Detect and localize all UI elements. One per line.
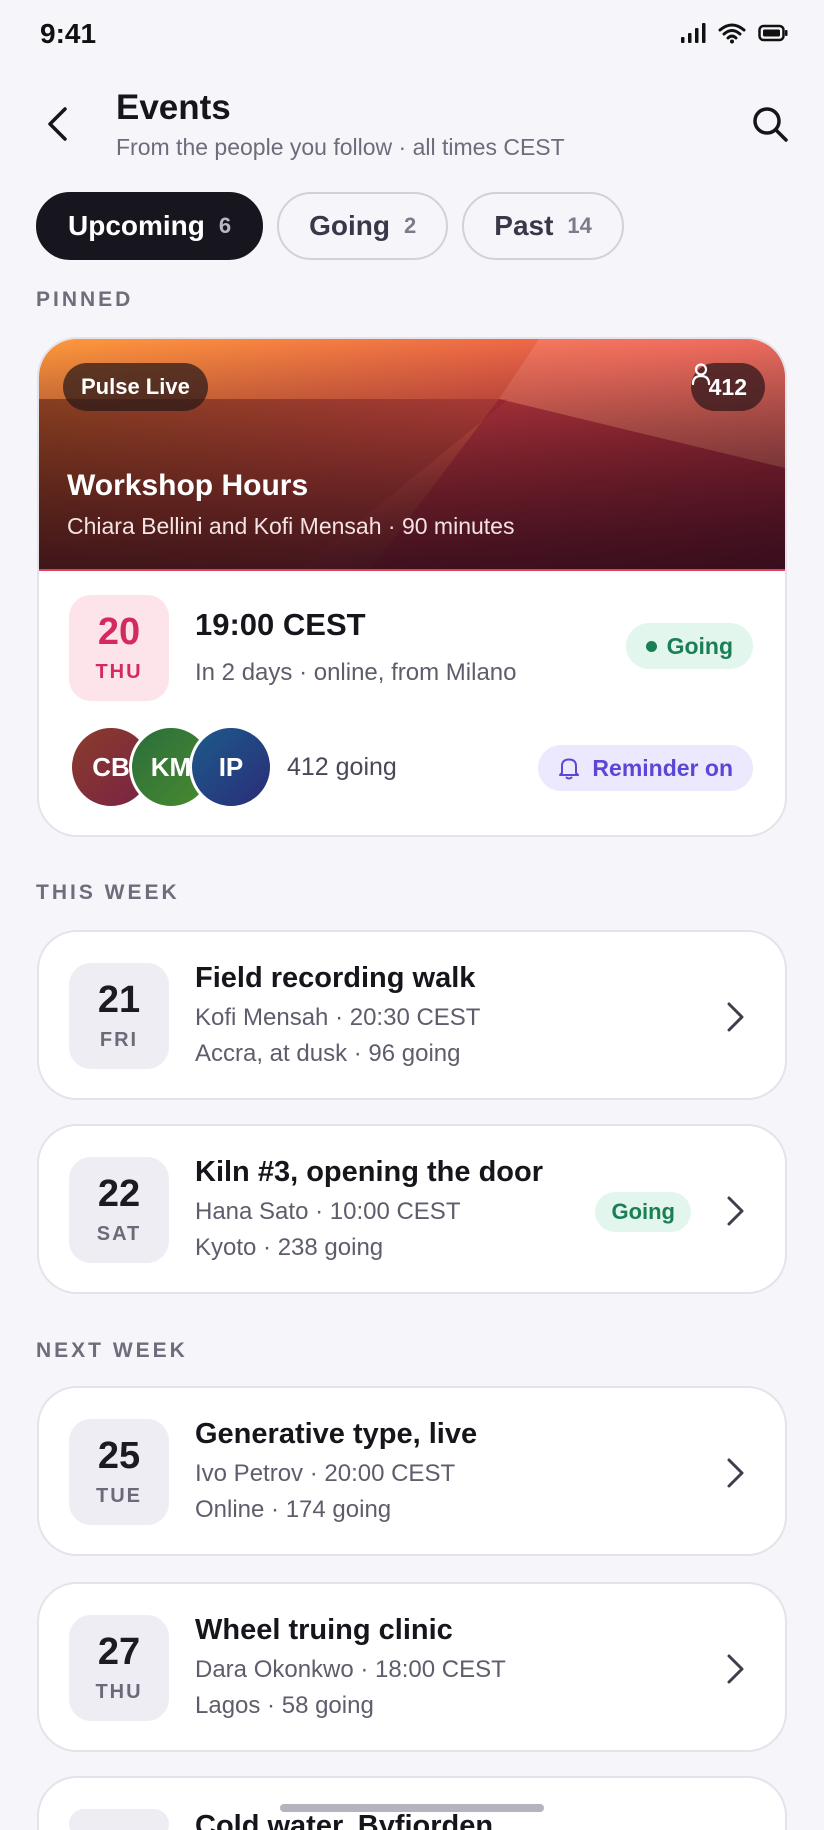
event-host-time: Hana Sato · 10:00 CEST xyxy=(195,1198,461,1225)
reminder-toggle-button[interactable]: Reminder on xyxy=(538,745,753,791)
event-card[interactable]: 27 THU Wheel truing clinic Dara Okonkwo … xyxy=(37,1582,787,1752)
event-hosts: Chiara Bellini and Kofi Mensah · 90 minu… xyxy=(67,513,515,539)
channel-badge: Pulse Live xyxy=(63,363,208,411)
home-indicator[interactable] xyxy=(280,1804,544,1812)
back-button[interactable] xyxy=(36,102,80,146)
tab-count: 14 xyxy=(567,213,592,238)
status-icons xyxy=(680,22,788,44)
viewers-count: 412 xyxy=(708,373,747,400)
app-header: Events From the people you follow · all … xyxy=(0,80,824,170)
section-label-next-week: NEXT WEEK xyxy=(36,1339,188,1362)
event-location: Lagos · 58 going xyxy=(195,1692,374,1719)
event-date-badge: 20 THU xyxy=(69,595,169,701)
event-day: 27 xyxy=(97,1630,141,1673)
chevron-right-icon xyxy=(727,1458,744,1488)
chevron-right-icon xyxy=(727,1002,744,1032)
status-time: 9:41 xyxy=(40,18,97,49)
event-title: Kiln #3, opening the door xyxy=(195,1156,543,1188)
going-label: Going xyxy=(666,632,733,659)
event-date-badge: 21 FRI xyxy=(69,963,169,1069)
tab-upcoming[interactable]: Upcoming 6 xyxy=(36,192,264,260)
tab-label: Going xyxy=(309,210,391,241)
event-location: Kyoto · 238 going xyxy=(195,1234,384,1261)
section-label-this-week: THIS WEEK xyxy=(36,881,180,904)
reminder-label: Reminder on xyxy=(592,754,733,781)
tab-label: Past xyxy=(494,210,554,241)
event-meta: In 2 days · online, from Milano xyxy=(195,659,517,686)
search-button[interactable] xyxy=(746,100,794,148)
event-title: Cold water, Byfjorden xyxy=(195,1810,494,1830)
going-status-badge[interactable]: Going xyxy=(625,623,753,669)
event-card[interactable]: 21 FRI Field recording walk Kofi Mensah … xyxy=(37,930,787,1100)
status-bar: 9:41 xyxy=(0,0,824,70)
event-hero-banner: Pulse Live 412 Workshop Hours Chiara Bel… xyxy=(39,339,785,571)
event-day: 25 xyxy=(97,1434,141,1477)
filter-tabs: Upcoming 6 Going 2 Past 14 xyxy=(36,192,624,260)
tab-label: Upcoming xyxy=(68,210,205,241)
person-icon xyxy=(691,363,710,385)
event-day: 21 xyxy=(97,978,141,1021)
event-weekday: FRI xyxy=(99,1028,139,1051)
chevron-right-icon xyxy=(727,1654,744,1684)
signal-icon xyxy=(681,23,706,43)
tab-count: 2 xyxy=(404,213,417,238)
event-card[interactable]: 25 TUE Generative type, live Ivo Petrov … xyxy=(37,1386,787,1556)
search-icon xyxy=(753,107,788,142)
page-title: Events xyxy=(116,88,231,127)
event-weekday: THU xyxy=(95,660,143,683)
going-status-badge: Going xyxy=(595,1192,691,1232)
chevron-right-icon xyxy=(727,1196,744,1226)
event-title: Generative type, live xyxy=(195,1418,478,1450)
event-weekday: SAT xyxy=(96,1222,142,1245)
event-time: 19:00 CEST xyxy=(195,607,366,642)
event-title: Wheel truing clinic xyxy=(195,1614,453,1646)
event-date-badge: 27 THU xyxy=(69,1615,169,1721)
tab-count: 6 xyxy=(218,213,232,238)
event-host-time: Kofi Mensah · 20:30 CEST xyxy=(195,1004,481,1031)
event-card[interactable]: Cold water, Byfjorden xyxy=(37,1776,787,1830)
event-title: Workshop Hours xyxy=(67,469,309,502)
event-location: Accra, at dusk · 96 going xyxy=(195,1040,461,1067)
event-day: 22 xyxy=(97,1172,141,1215)
event-weekday: THU xyxy=(95,1680,143,1703)
tab-past[interactable]: Past 14 xyxy=(462,192,624,260)
viewers-badge: 412 xyxy=(690,363,765,411)
event-date-badge xyxy=(69,1809,169,1830)
wifi-icon xyxy=(718,23,746,44)
tab-going[interactable]: Going 2 xyxy=(277,192,449,260)
event-weekday: TUE xyxy=(96,1484,142,1507)
avatar: IP xyxy=(189,725,273,809)
event-date-badge: 25 TUE xyxy=(69,1419,169,1525)
event-host-time: Dara Okonkwo · 18:00 CEST xyxy=(195,1656,506,1683)
event-location: Online · 174 going xyxy=(195,1496,392,1523)
event-date-badge: 22 SAT xyxy=(69,1157,169,1263)
divider xyxy=(39,569,785,571)
attendee-avatars: CB KM IP xyxy=(69,725,309,809)
page-subtitle: From the people you follow · all times C… xyxy=(116,134,565,160)
event-host-time: Ivo Petrov · 20:00 CEST xyxy=(195,1460,456,1487)
attendee-count: 412 going xyxy=(287,753,397,781)
battery-icon xyxy=(758,24,788,42)
section-label-pinned: PINNED xyxy=(36,288,134,311)
event-title: Field recording walk xyxy=(195,962,476,994)
bell-icon xyxy=(559,758,580,780)
chevron-left-icon xyxy=(48,107,67,141)
event-day: 20 xyxy=(97,610,141,653)
pinned-event-card[interactable]: Pulse Live 412 Workshop Hours Chiara Bel… xyxy=(37,337,787,837)
event-card[interactable]: 22 SAT Kiln #3, opening the door Hana Sa… xyxy=(37,1124,787,1294)
status-dot xyxy=(645,640,657,652)
